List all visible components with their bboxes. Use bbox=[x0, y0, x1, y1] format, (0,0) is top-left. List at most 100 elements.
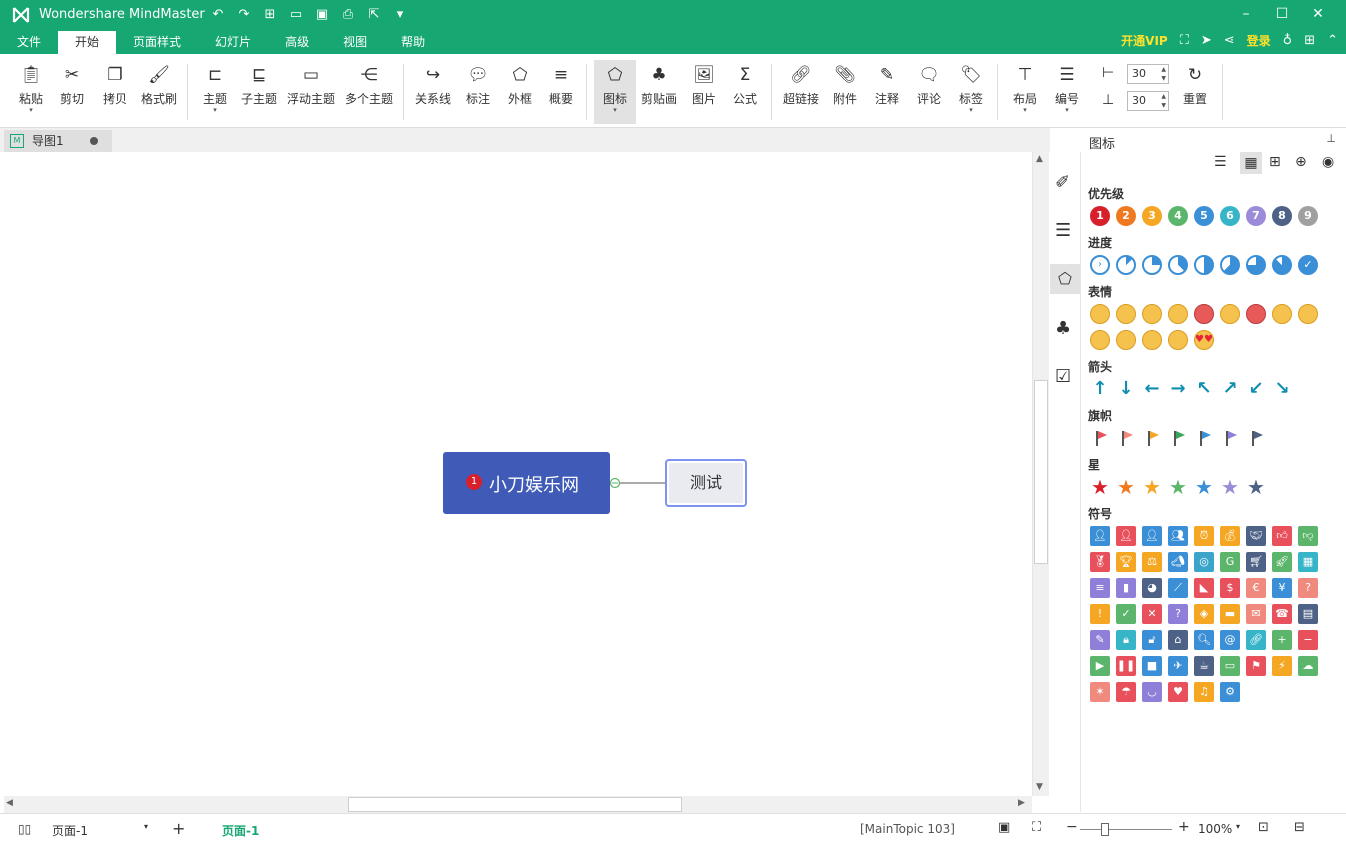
vertical-spacing-input[interactable]: 30 ▲ ▼ bbox=[1127, 91, 1169, 111]
arrow-6-icon[interactable]: ↙ bbox=[1246, 379, 1266, 399]
symbol-4-8-icon[interactable]: − bbox=[1298, 630, 1318, 650]
print-icon[interactable]: ⎙ bbox=[338, 5, 358, 25]
copy-button[interactable]: ❐ 拷贝 bbox=[101, 64, 129, 107]
symbol-4-5-icon[interactable]: @ bbox=[1220, 630, 1240, 650]
summary-button[interactable]: ≡ 概要 bbox=[547, 64, 575, 107]
clipart-button[interactable]: ♣ 剪贴画 bbox=[640, 64, 678, 107]
grid-view-icon[interactable]: ▦ bbox=[1240, 152, 1262, 174]
flag-3-icon[interactable] bbox=[1168, 428, 1188, 448]
symbol-1-7-icon[interactable]: 🚀︎ bbox=[1272, 552, 1292, 572]
symbol-6-2-icon[interactable]: ◡ bbox=[1142, 682, 1162, 702]
emotion-face-icon[interactable] bbox=[1090, 330, 1110, 350]
multiple-topics-button[interactable]: ⋲ 多个主题 bbox=[344, 64, 394, 107]
close-button[interactable]: ✕ bbox=[1300, 2, 1336, 26]
symbol-5-3-icon[interactable]: ✈ bbox=[1168, 656, 1188, 676]
flag-1-icon[interactable] bbox=[1116, 428, 1136, 448]
arrow-2-icon[interactable]: ← bbox=[1142, 379, 1162, 399]
numbering-button[interactable]: ☰ 编号 ▾ bbox=[1053, 64, 1081, 114]
eye-icon[interactable]: ◉ bbox=[1322, 154, 1334, 170]
symbol-0-3-icon[interactable]: 👥︎ bbox=[1168, 526, 1188, 546]
symbol-6-0-icon[interactable]: ✶ bbox=[1090, 682, 1110, 702]
priority-3-icon[interactable]: 3 bbox=[1142, 206, 1162, 226]
symbol-0-8-icon[interactable]: 👎︎ bbox=[1298, 526, 1318, 546]
send-icon[interactable]: ➤ bbox=[1201, 33, 1212, 48]
fullscreen-view-icon[interactable]: ⛶ bbox=[1032, 820, 1041, 835]
priority-7-icon[interactable]: 7 bbox=[1246, 206, 1266, 226]
symbol-2-0-icon[interactable]: ≡ bbox=[1090, 578, 1110, 598]
symbol-4-2-icon[interactable]: 🔓︎ bbox=[1142, 630, 1162, 650]
add-page-icon[interactable]: + bbox=[172, 819, 185, 838]
layout-button[interactable]: ⊤ 布局 ▾ bbox=[1011, 64, 1039, 114]
priority-2-icon[interactable]: 2 bbox=[1116, 206, 1136, 226]
formula-button[interactable]: Σ 公式 bbox=[731, 64, 759, 107]
symbol-1-5-icon[interactable]: G bbox=[1220, 552, 1240, 572]
star-5-icon[interactable]: ★ bbox=[1220, 477, 1240, 497]
symbol-3-2-icon[interactable]: ✕ bbox=[1142, 604, 1162, 624]
star-4-icon[interactable]: ★ bbox=[1194, 477, 1214, 497]
menu-help[interactable]: 帮助 bbox=[384, 31, 442, 54]
format-painter-button[interactable]: 🖌︎ 格式刷 bbox=[140, 64, 178, 107]
priority-1-marker-icon[interactable]: 1 bbox=[466, 474, 482, 490]
shirt-icon[interactable]: ♁ bbox=[1283, 33, 1293, 48]
flag-2-icon[interactable] bbox=[1142, 428, 1162, 448]
icon-manager-icon[interactable]: ⊕ bbox=[1295, 154, 1307, 170]
priority-4-icon[interactable]: 4 bbox=[1168, 206, 1188, 226]
symbol-4-1-icon[interactable]: 🔒︎ bbox=[1116, 630, 1136, 650]
emotion-face-icon[interactable] bbox=[1168, 304, 1188, 324]
emotion-face-icon[interactable] bbox=[1246, 304, 1266, 324]
zoom-slider[interactable] bbox=[1080, 829, 1172, 830]
floating-topic-button[interactable]: ▭ 浮动主题 bbox=[286, 64, 336, 107]
emotion-face-icon[interactable] bbox=[1272, 304, 1292, 324]
zoom-slider-handle[interactable] bbox=[1101, 823, 1109, 836]
horizontal-spacing-input[interactable]: 30 ▲ ▼ bbox=[1127, 64, 1169, 84]
share-icon[interactable]: ⋖ bbox=[1224, 33, 1235, 48]
menu-page-style[interactable]: 页面样式 bbox=[116, 31, 198, 54]
symbol-4-6-icon[interactable]: 🔗︎ bbox=[1246, 630, 1266, 650]
progress-5-icon[interactable] bbox=[1220, 255, 1240, 275]
outline-list-icon[interactable]: ☰ bbox=[1055, 220, 1071, 241]
progress-7-icon[interactable] bbox=[1272, 255, 1292, 275]
symbol-5-4-icon[interactable]: ☕︎ bbox=[1194, 656, 1214, 676]
save-icon[interactable]: ▣ bbox=[312, 5, 332, 25]
arrow-3-icon[interactable]: → bbox=[1168, 379, 1188, 399]
symbol-0-7-icon[interactable]: 👍︎ bbox=[1272, 526, 1292, 546]
symbol-2-4-icon[interactable]: ◣ bbox=[1194, 578, 1214, 598]
star-2-icon[interactable]: ★ bbox=[1142, 477, 1162, 497]
cut-button[interactable]: ✂ 剪切 bbox=[58, 64, 86, 107]
emotion-face-icon[interactable] bbox=[1142, 330, 1162, 350]
scroll-left-icon[interactable]: ◀ bbox=[6, 798, 13, 808]
list-view-icon[interactable]: ☰ bbox=[1214, 154, 1227, 170]
emotion-face-icon[interactable] bbox=[1220, 304, 1240, 324]
topic-button[interactable]: ⊏ 主题 ▾ bbox=[201, 64, 229, 114]
symbol-5-6-icon[interactable]: ⚑ bbox=[1246, 656, 1266, 676]
symbol-4-7-icon[interactable]: + bbox=[1272, 630, 1292, 650]
zoom-out-icon[interactable]: − bbox=[1066, 819, 1078, 835]
document-tab[interactable]: M 导图1 bbox=[4, 130, 112, 152]
star-1-icon[interactable]: ★ bbox=[1116, 477, 1136, 497]
symbol-3-0-icon[interactable]: ! bbox=[1090, 604, 1110, 624]
redo-icon[interactable]: ↷ bbox=[234, 5, 254, 25]
boundary-button[interactable]: ⬠ 外框 bbox=[506, 64, 534, 107]
tag-button[interactable]: 🏷︎ 标签 ▾ bbox=[957, 64, 985, 114]
symbol-4-4-icon[interactable]: 🔍︎ bbox=[1194, 630, 1214, 650]
vip-button[interactable]: 开通VIP bbox=[1121, 32, 1168, 49]
symbol-6-5-icon[interactable]: ⚙ bbox=[1220, 682, 1240, 702]
clipart-panel-icon[interactable]: ♣ bbox=[1055, 318, 1071, 339]
task-calendar-icon[interactable]: ☑ bbox=[1055, 366, 1071, 387]
fit-page-icon[interactable]: ▣ bbox=[998, 820, 1010, 835]
symbol-3-1-icon[interactable]: ✓ bbox=[1116, 604, 1136, 624]
symbol-5-1-icon[interactable]: ❚❚ bbox=[1116, 656, 1136, 676]
priority-5-icon[interactable]: 5 bbox=[1194, 206, 1214, 226]
symbol-5-5-icon[interactable]: ▭ bbox=[1220, 656, 1240, 676]
style-format-icon[interactable]: ✐ bbox=[1055, 172, 1070, 193]
progress-4-icon[interactable] bbox=[1194, 255, 1214, 275]
symbol-3-6-icon[interactable]: ✉ bbox=[1246, 604, 1266, 624]
undo-icon[interactable]: ↶ bbox=[208, 5, 228, 25]
reset-button[interactable]: ↻ 重置 bbox=[1181, 64, 1209, 107]
note-button[interactable]: ✎ 注释 bbox=[873, 64, 901, 107]
symbol-0-1-icon[interactable]: 👤︎ bbox=[1116, 526, 1136, 546]
symbol-2-1-icon[interactable]: ▮ bbox=[1116, 578, 1136, 598]
collapse-ribbon-icon[interactable]: ⌃ bbox=[1327, 33, 1338, 48]
symbol-0-5-icon[interactable]: 💰︎ bbox=[1220, 526, 1240, 546]
priority-1-icon[interactable]: 1 bbox=[1090, 206, 1110, 226]
